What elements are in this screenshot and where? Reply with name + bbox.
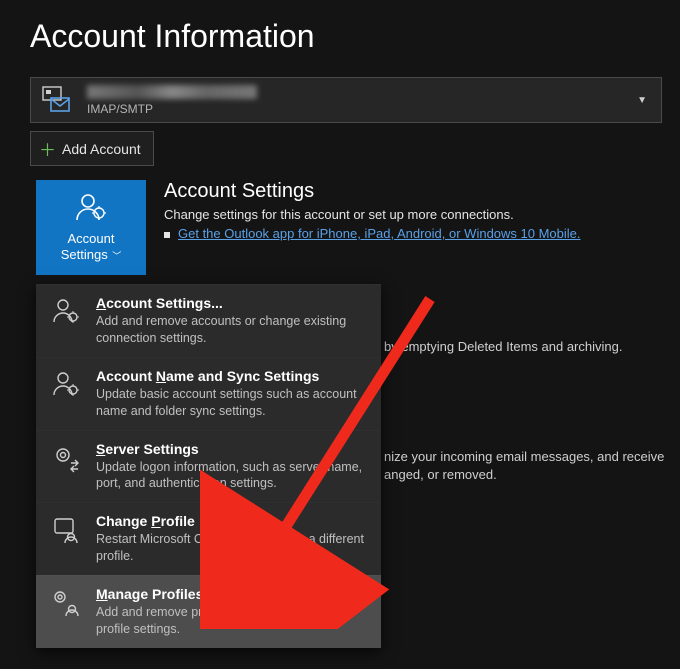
settings-heading: Account Settings	[164, 180, 581, 203]
chevron-down-icon: ▼	[631, 95, 653, 106]
profile-swap-icon	[48, 515, 84, 565]
menu-item-description: Restart Microsoft Outlook and choose a d…	[96, 531, 367, 565]
menu-item-title: Account Name and Sync Settings	[96, 368, 367, 384]
page-title: Account Information	[0, 0, 680, 77]
tile-label-line1: Account	[68, 231, 115, 246]
menu-item-server-settings[interactable]: Server Settings Update logon information…	[36, 430, 381, 503]
account-email-redacted	[87, 85, 257, 99]
menu-item-description: Add and remove accounts or change existi…	[96, 313, 367, 347]
add-account-label: Add Account	[62, 141, 141, 157]
account-selector[interactable]: IMAP/SMTP ▼	[30, 77, 662, 123]
menu-item-change-profile[interactable]: Change Profile Restart Microsoft Outlook…	[36, 502, 381, 575]
bullet-icon	[164, 232, 170, 238]
outlook-app-link[interactable]: Get the Outlook app for iPhone, iPad, An…	[178, 226, 581, 241]
menu-item-title: Server Settings	[96, 441, 367, 457]
chevron-down-icon: ﹀	[110, 251, 122, 261]
tile-label-line2: Settings	[61, 247, 108, 262]
plus-icon: ＋	[39, 136, 56, 161]
account-settings-dropdown: Account Settings... Add and remove accou…	[36, 284, 381, 648]
menu-item-manage-profiles[interactable]: Manage Profiles Add and remove profiles …	[36, 575, 381, 648]
menu-item-account-name-sync[interactable]: Account Name and Sync Settings Update ba…	[36, 357, 381, 430]
menu-item-title: Account Settings...	[96, 295, 367, 311]
menu-item-description: Update basic account settings such as ac…	[96, 386, 367, 420]
menu-item-title: Change Profile	[96, 513, 367, 529]
menu-item-account-settings[interactable]: Account Settings... Add and remove accou…	[36, 284, 381, 357]
person-gear-icon	[74, 192, 108, 225]
add-account-button[interactable]: ＋ Add Account	[30, 131, 154, 166]
person-gear-icon	[48, 370, 84, 420]
menu-item-description: Update logon information, such as server…	[96, 459, 367, 493]
profile-gear-icon	[48, 588, 84, 638]
menu-item-title: Manage Profiles	[96, 586, 367, 602]
gear-arrows-icon	[48, 443, 84, 493]
account-protocol: IMAP/SMTP	[87, 102, 631, 116]
background-text-2: nize your incoming email messages, and r…	[384, 448, 680, 484]
mail-account-icon	[39, 83, 77, 117]
background-text-1: by emptying Deleted Items and archiving.	[384, 338, 680, 356]
person-gear-icon	[48, 297, 84, 347]
settings-description: Change settings for this account or set …	[164, 207, 581, 222]
menu-item-description: Add and remove profiles or change existi…	[96, 604, 367, 638]
account-settings-tile[interactable]: Account Settings ﹀	[36, 180, 146, 275]
